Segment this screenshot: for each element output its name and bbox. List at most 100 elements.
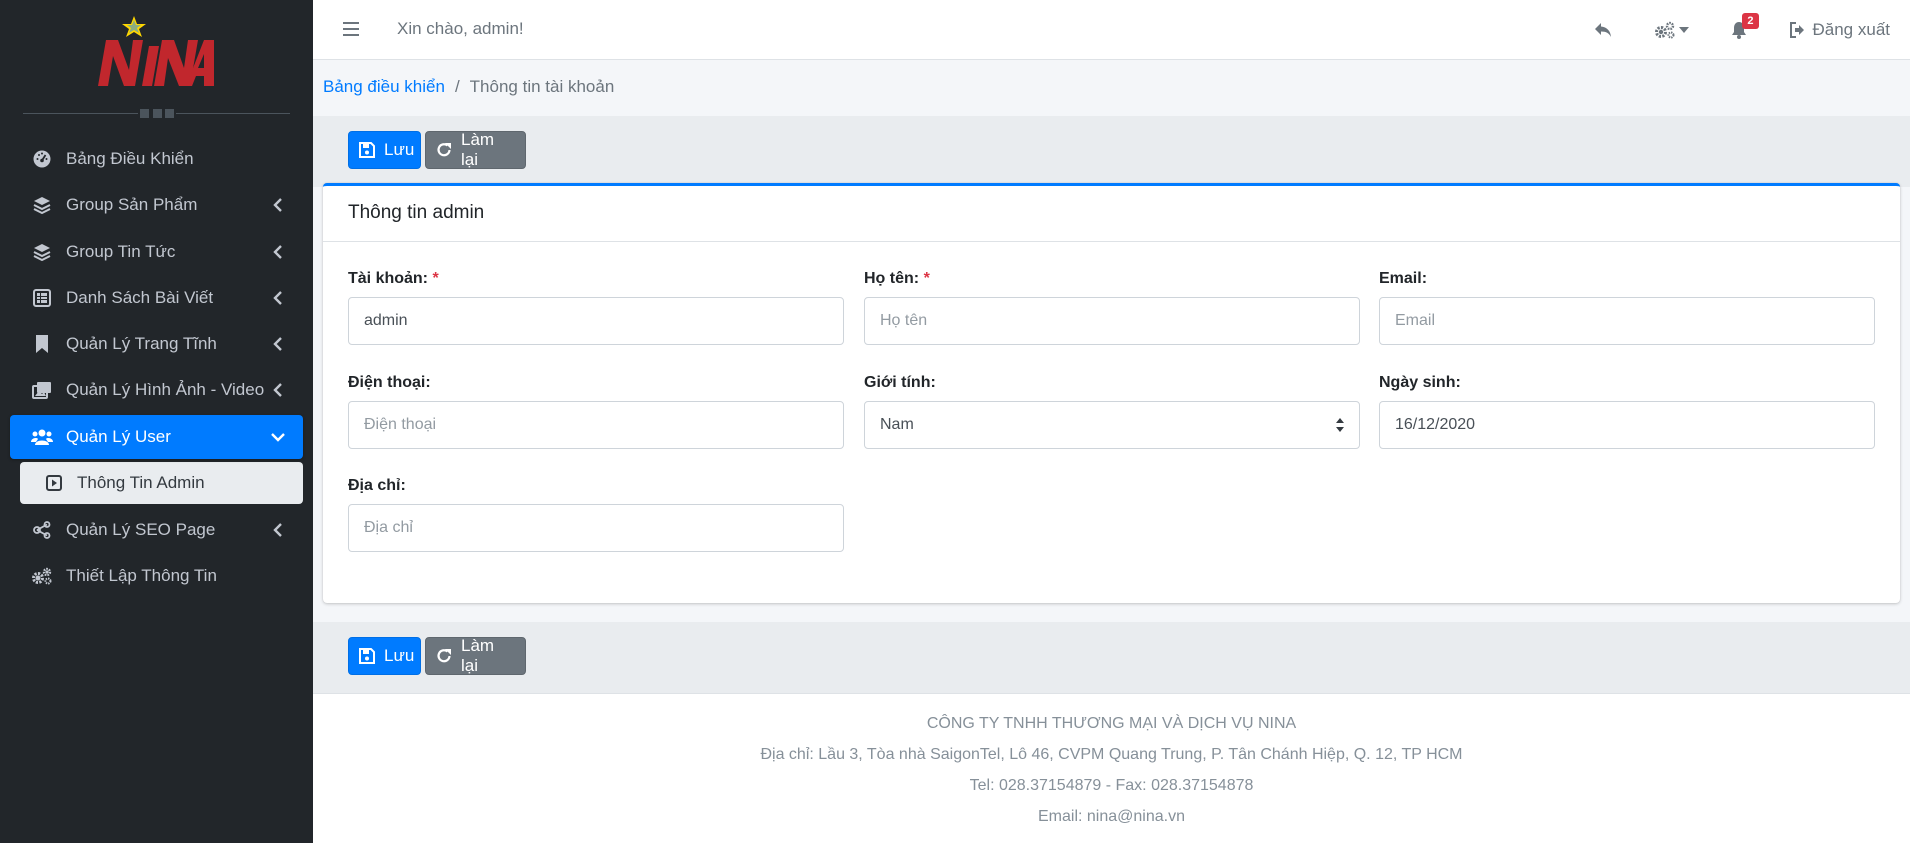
save-label: Lưu xyxy=(384,646,415,665)
phone-label: Điện thoại: xyxy=(348,374,431,391)
sidebar-item-label: Quản Lý Trang Tĩnh xyxy=(66,334,217,354)
reset-label: Làm lại xyxy=(461,130,495,169)
address-input[interactable]: Địa chỉ xyxy=(348,504,844,552)
sidebar-item-user-management[interactable]: Quản Lý User xyxy=(10,414,303,459)
save-button[interactable]: Lưu xyxy=(348,637,421,675)
redo-icon xyxy=(436,142,452,158)
gender-label: Giới tính: xyxy=(864,374,936,391)
play-square-icon xyxy=(45,474,63,491)
birthday-input[interactable]: 16/12/2020 xyxy=(1379,401,1875,449)
save-button[interactable]: Lưu xyxy=(348,131,421,169)
back-button[interactable] xyxy=(1594,22,1612,38)
sign-out-icon xyxy=(1789,22,1804,38)
admin-info-card: Thông tin admin Tài khoản: * admin Họ tê… xyxy=(323,183,1900,603)
address-field-group: Địa chỉ: Địa chỉ xyxy=(348,477,844,552)
reset-label: Làm lại xyxy=(461,636,495,675)
menu-toggle-icon[interactable] xyxy=(343,20,359,38)
fullname-input[interactable]: Họ tên xyxy=(864,297,1360,345)
settings-dropdown[interactable] xyxy=(1654,21,1689,39)
topbar-actions: 2 Đăng xuất xyxy=(1594,0,1890,60)
greeting-text: Xin chào, admin! xyxy=(397,19,524,38)
layers-icon xyxy=(30,242,54,262)
sidebar-subitem-label: Thông Tin Admin xyxy=(77,472,205,492)
users-icon xyxy=(30,427,54,447)
gender-select[interactable]: Nam xyxy=(864,401,1360,449)
sidebar-item-product-group[interactable]: Group Sản Phẩm xyxy=(10,183,303,227)
chevron-down-icon xyxy=(271,432,285,442)
card-title: Thông tin admin xyxy=(323,186,1900,242)
action-bar-bottom: Lưu Làm lại xyxy=(313,622,1910,693)
breadcrumb-home-link[interactable]: Bảng điều khiển xyxy=(323,77,445,97)
cogs-icon xyxy=(1654,21,1674,39)
notifications-button[interactable]: 2 xyxy=(1731,13,1759,39)
chevron-left-icon xyxy=(273,291,282,305)
sidebar-item-static-pages[interactable]: Quản Lý Trang Tĩnh xyxy=(10,322,303,366)
gender-selected-value: Nam xyxy=(880,416,914,433)
chevron-left-icon xyxy=(273,244,282,259)
save-icon xyxy=(359,142,375,158)
caret-down-icon xyxy=(1678,27,1689,33)
birthday-field-group: Ngày sinh: 16/12/2020 xyxy=(1379,374,1875,449)
footer-email: Email: nina@nina.vn xyxy=(1038,808,1185,825)
cogs-icon xyxy=(30,566,54,586)
sidebar-item-dashboard[interactable]: Bảng Điều Khiển xyxy=(10,137,303,181)
list-table-icon xyxy=(30,288,54,308)
dashboard-icon xyxy=(30,149,54,169)
sidebar-item-label: Quản Lý Hình Ảnh - Video xyxy=(66,380,265,400)
phone-input[interactable]: Điện thoại xyxy=(348,401,844,449)
brand-divider-dots xyxy=(138,109,176,118)
sidebar-item-seo-page[interactable]: Quản Lý SEO Page xyxy=(10,508,303,552)
sidebar-item-label: Group Tin Tức xyxy=(66,241,176,261)
save-label: Lưu xyxy=(384,140,415,159)
save-icon xyxy=(359,648,375,664)
email-field-group: Email: Email xyxy=(1379,270,1875,345)
sidebar-nav: Bảng Điều Khiển Group Sản Phẩm Group Tin… xyxy=(10,137,303,600)
layers-icon xyxy=(30,195,54,215)
required-mark: * xyxy=(432,270,439,287)
footer-phone: Tel: 028.37154879 - Fax: 028.37154878 xyxy=(969,777,1254,794)
sidebar-item-label: Quản Lý SEO Page xyxy=(66,519,216,539)
sidebar-item-media[interactable]: Quản Lý Hình Ảnh - Video xyxy=(10,368,303,412)
phone-field-group: Điện thoại: Điện thoại xyxy=(348,374,844,449)
required-mark: * xyxy=(923,270,930,287)
username-label: Tài khoản: * xyxy=(348,270,439,287)
reset-button[interactable]: Làm lại xyxy=(425,130,526,169)
chevron-left-icon xyxy=(273,337,282,352)
sidebar-subitem-admin-info[interactable]: Thông Tin Admin xyxy=(20,461,303,504)
logout-button[interactable]: Đăng xuất xyxy=(1789,20,1890,40)
sidebar-item-settings[interactable]: Thiết Lập Thông Tin xyxy=(10,554,303,598)
reset-button[interactable]: Làm lại xyxy=(425,636,526,675)
photo-video-icon xyxy=(30,380,54,400)
action-bar-top: Lưu Làm lại xyxy=(313,116,1910,187)
footer-company: CÔNG TY TNHH THƯƠNG MẠI VÀ DỊCH VỤ NINA xyxy=(926,715,1297,732)
sidebar-item-label: Thiết Lập Thông Tin xyxy=(66,566,217,586)
notification-badge: 2 xyxy=(1742,13,1759,29)
chevron-left-icon xyxy=(273,522,282,537)
footer-address: Địa chỉ: Lầu 3, Tòa nhà SaigonTel, Lô 46… xyxy=(760,746,1463,763)
topbar: Xin chào, admin! 2 Đăng xuất xyxy=(313,0,1910,60)
fullname-field-group: Họ tên: * Họ tên xyxy=(864,270,1360,345)
username-field-group: Tài khoản: * admin xyxy=(348,270,844,345)
breadcrumb-current: Thông tin tài khoản xyxy=(469,77,615,96)
birthday-label: Ngày sinh: xyxy=(1379,374,1461,391)
chevron-left-icon xyxy=(273,383,282,398)
sidebar-item-article-list[interactable]: Danh Sách Bài Viết xyxy=(10,276,303,320)
address-label: Địa chỉ: xyxy=(348,477,406,494)
nina-logo[interactable] xyxy=(96,16,216,88)
email-input[interactable]: Email xyxy=(1379,297,1875,345)
bookmark-icon xyxy=(30,334,54,354)
email-label: Email: xyxy=(1379,270,1428,287)
select-arrows-icon xyxy=(1336,418,1344,432)
username-input[interactable]: admin xyxy=(348,297,844,345)
reply-icon xyxy=(1594,23,1611,37)
sidebar-item-label: Group Sản Phẩm xyxy=(66,195,198,215)
sidebar-item-label: Danh Sách Bài Viết xyxy=(66,287,214,307)
breadcrumb: Bảng điều khiển / Thông tin tài khoản xyxy=(323,77,614,97)
redo-icon xyxy=(436,648,452,664)
sidebar-item-label: Bảng Điều Khiển xyxy=(66,149,194,168)
sidebar-item-news-group[interactable]: Group Tin Tức xyxy=(10,230,303,274)
chevron-left-icon xyxy=(273,198,282,213)
breadcrumb-separator: / xyxy=(454,77,460,96)
sidebar: Bảng Điều Khiển Group Sản Phẩm Group Tin… xyxy=(0,0,313,843)
brand[interactable] xyxy=(0,0,313,122)
